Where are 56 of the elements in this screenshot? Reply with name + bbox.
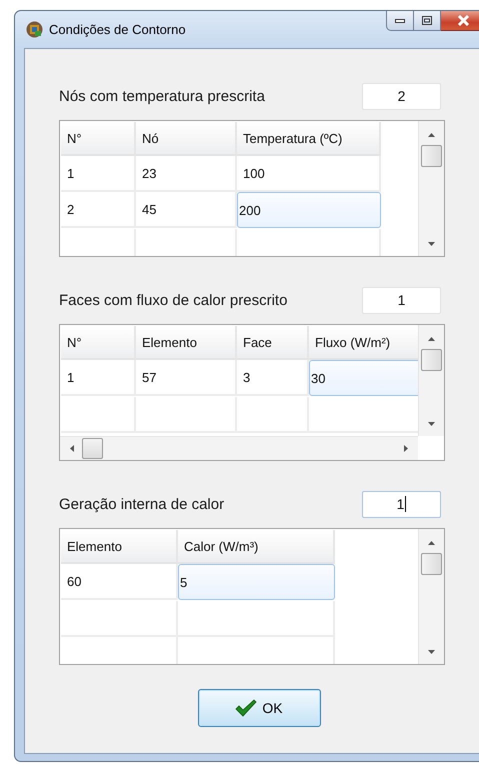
- app-icon: [26, 21, 43, 38]
- section-label: Geração interna de calor: [59, 496, 224, 512]
- table-cell[interactable]: 2: [61, 192, 136, 228]
- maximize-button[interactable]: [414, 11, 441, 31]
- section-label: Faces com fluxo de calor prescrito: [59, 292, 288, 308]
- section-label: Nós com temperatura prescrita: [59, 88, 265, 104]
- column-header[interactable]: N°: [61, 326, 136, 360]
- table-cell[interactable]: 5: [178, 564, 335, 600]
- empty-cell[interactable]: [61, 601, 178, 637]
- table-cell[interactable]: 1: [61, 156, 136, 192]
- table-cell[interactable]: 23: [136, 156, 237, 192]
- checkmark-icon: [235, 699, 258, 717]
- horizontal-scrollbar[interactable]: [60, 436, 418, 460]
- minimize-button[interactable]: [386, 11, 414, 31]
- scroll-left-icon[interactable]: [70, 445, 74, 452]
- scroll-right-icon[interactable]: [404, 445, 408, 452]
- scroll-down-icon[interactable]: [428, 422, 435, 426]
- data-grid[interactable]: Elemento Calor (W/m³) 60 5: [59, 528, 445, 665]
- scroll-up-icon[interactable]: [428, 133, 435, 137]
- scroll-up-icon[interactable]: [428, 337, 435, 341]
- column-header[interactable]: Elemento: [136, 326, 237, 360]
- count-field[interactable]: 1: [362, 490, 441, 518]
- scrollbar-thumb[interactable]: [82, 438, 103, 459]
- close-icon: [456, 15, 470, 26]
- close-button[interactable]: [441, 11, 479, 31]
- vertical-scrollbar[interactable]: [418, 325, 444, 436]
- scrollbar-thumb[interactable]: [421, 553, 442, 575]
- table-cell[interactable]: 1: [61, 360, 136, 396]
- minimize-icon: [395, 18, 405, 22]
- vertical-scrollbar[interactable]: [418, 529, 444, 664]
- empty-cell[interactable]: [61, 397, 136, 433]
- window-title: Condições de Contorno: [49, 22, 187, 37]
- scroll-down-icon[interactable]: [428, 242, 435, 246]
- table-cell[interactable]: 30: [309, 360, 418, 396]
- column-header[interactable]: Elemento: [61, 530, 178, 564]
- data-grid[interactable]: N° Nó Temperatura (ºC) 1 23 100 2 45 200: [59, 120, 445, 257]
- data-grid[interactable]: N° Elemento Face Fluxo (W/m²) 1 57 3 30: [59, 324, 445, 461]
- scrollbar-thumb[interactable]: [421, 349, 442, 371]
- ok-button[interactable]: OK: [198, 689, 320, 727]
- count-field[interactable]: 2: [362, 82, 441, 110]
- table-cell[interactable]: 200: [237, 192, 381, 228]
- scrollbar-thumb[interactable]: [421, 145, 442, 167]
- scroll-up-icon[interactable]: [428, 541, 435, 545]
- table-cell[interactable]: 57: [136, 360, 237, 396]
- text-cursor: [405, 496, 406, 512]
- count-field[interactable]: 1: [362, 286, 441, 314]
- column-header[interactable]: Face: [237, 326, 309, 360]
- vertical-scrollbar[interactable]: [418, 121, 444, 256]
- column-header[interactable]: Nó: [136, 122, 237, 156]
- column-header[interactable]: Calor (W/m³): [178, 530, 335, 564]
- column-header[interactable]: N°: [61, 122, 136, 156]
- scroll-down-icon[interactable]: [428, 650, 435, 654]
- column-header[interactable]: Temperatura (ºC): [237, 122, 381, 156]
- maximize-icon: [422, 16, 432, 25]
- empty-cell[interactable]: [237, 397, 309, 433]
- empty-cell[interactable]: [178, 601, 335, 637]
